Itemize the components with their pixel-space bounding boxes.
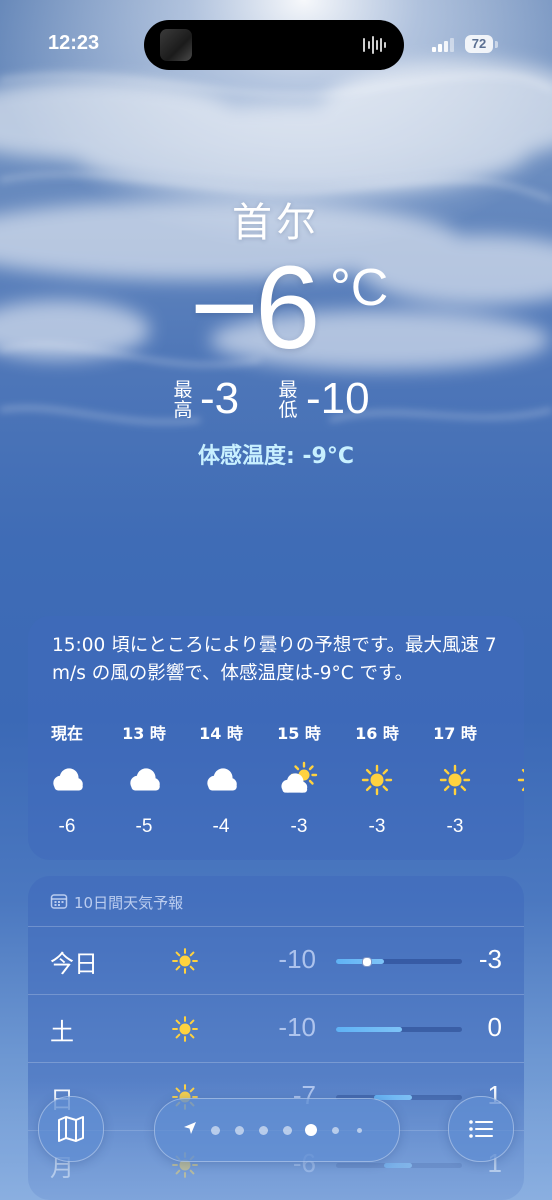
- feels-like: 体感温度: -9°C: [197, 444, 355, 469]
- cloud-icon: [53, 768, 83, 791]
- location-arrow-icon: [184, 1122, 196, 1134]
- hour-temperature: 日: [498, 816, 524, 843]
- temperature-value: −6: [190, 242, 321, 374]
- temperature-range-fill: [336, 1027, 402, 1032]
- partly-sunny-icon: [281, 761, 318, 793]
- cloud-icon: [130, 768, 160, 791]
- page-dot[interactable]: [331, 1126, 339, 1134]
- high-label: 最 高: [173, 379, 193, 421]
- hour-temperature: -3: [446, 816, 464, 837]
- hour-temperature: -3: [368, 816, 386, 837]
- temperature-range-bar: [336, 1027, 462, 1032]
- hour-icon-wrap: [357, 760, 397, 800]
- low-label: 最 低: [278, 379, 298, 421]
- temperature-range-bar: [336, 1163, 462, 1168]
- calendar-icon: [50, 894, 68, 909]
- temperature-unit: °C: [330, 259, 389, 317]
- hour-label: 14 時: [199, 724, 243, 743]
- hour-icon-wrap: [201, 760, 241, 800]
- cellular-signal-icon: [432, 38, 454, 52]
- hourly-item: 14 時 -4: [186, 720, 256, 838]
- hour-icon-wrap: [47, 760, 87, 800]
- hourly-item: 13 時 -5: [109, 720, 179, 838]
- temperature-range-fill: [336, 959, 384, 964]
- current-temperature-dot: [362, 957, 373, 967]
- hourly-item: 16 時 -3: [342, 720, 412, 838]
- city-name: 首尔: [232, 200, 320, 246]
- hourly-item: 1日: [498, 720, 524, 843]
- page-dot[interactable]: [258, 1125, 268, 1135]
- status-time: 12:23: [48, 32, 100, 54]
- hour-label: 17 時: [433, 724, 477, 743]
- day-name: 土: [50, 1018, 74, 1046]
- day-name: 今日: [50, 950, 98, 978]
- hour-label: 1: [498, 720, 524, 744]
- hour-label: 13 時: [122, 724, 166, 743]
- hour-label: 16 時: [355, 724, 399, 743]
- page-dot[interactable]: [210, 1125, 220, 1135]
- battery-indicator: 72: [465, 35, 493, 53]
- hour-icon-wrap: [124, 760, 164, 800]
- dynamic-island[interactable]: [144, 20, 404, 70]
- sun-icon: [361, 764, 393, 796]
- forecast-summary: 15:00 頃にところにより曇りの予想です。最大風速 7 m/s の風の影響で、…: [52, 635, 497, 684]
- hour-label: 15 時: [277, 724, 321, 743]
- temperature-range-fill: [383, 1163, 412, 1168]
- day-high: 0: [487, 1012, 502, 1042]
- battery-tip: [495, 41, 498, 48]
- now-playing-artwork: [160, 29, 192, 61]
- sun-icon: [172, 1016, 198, 1042]
- day-low: -10: [278, 1012, 316, 1042]
- location-pager[interactable]: [154, 1098, 400, 1162]
- day-icon-wrap: [168, 1012, 202, 1046]
- cloud-icon: [207, 768, 237, 791]
- sun-icon: [517, 768, 524, 792]
- day-icon-wrap: [168, 944, 202, 978]
- page-dot[interactable]: [234, 1125, 244, 1135]
- day-high: -3: [478, 944, 502, 974]
- list-button[interactable]: [448, 1096, 514, 1162]
- page-dot[interactable]: [356, 1127, 362, 1133]
- hourly-forecast-card[interactable]: 15:00 頃にところにより曇りの予想です。最大風速 7 m/s の風の影響で、…: [28, 616, 524, 860]
- high-value: -3: [200, 374, 240, 423]
- temperature-range-bar: [336, 957, 462, 967]
- map-icon: [58, 1116, 84, 1142]
- daily-row[interactable]: 今日 -10 -3: [28, 926, 524, 995]
- list-icon: [469, 1120, 493, 1138]
- sun-icon: [439, 764, 471, 796]
- hourly-item: 現在 -6: [32, 720, 102, 838]
- day-low: -10: [278, 944, 316, 974]
- hour-icon-wrap: [279, 760, 319, 800]
- hour-temperature: -5: [135, 816, 153, 837]
- hourly-item: 17 時 -3: [420, 720, 490, 838]
- current-temperature: −6 °C: [190, 248, 430, 368]
- hour-temperature: -6: [58, 816, 76, 837]
- page-dot[interactable]: [305, 1124, 317, 1136]
- hour-icon-wrap: [435, 760, 475, 800]
- low-value: -10: [306, 374, 370, 423]
- map-button[interactable]: [38, 1096, 104, 1162]
- daily-forecast-title: 10日間天気予報: [74, 894, 184, 912]
- hour-temperature: -3: [290, 816, 308, 837]
- daily-row[interactable]: 土 -10 0: [28, 994, 524, 1063]
- page-dot[interactable]: [282, 1125, 292, 1135]
- hour-temperature: -4: [212, 816, 230, 837]
- hour-label: 現在: [50, 724, 83, 743]
- hour-icon-wrap: [513, 760, 524, 800]
- sun-icon: [172, 948, 198, 974]
- hourly-item: 15 時 -3: [264, 720, 334, 838]
- audio-waveform-icon: [363, 36, 386, 54]
